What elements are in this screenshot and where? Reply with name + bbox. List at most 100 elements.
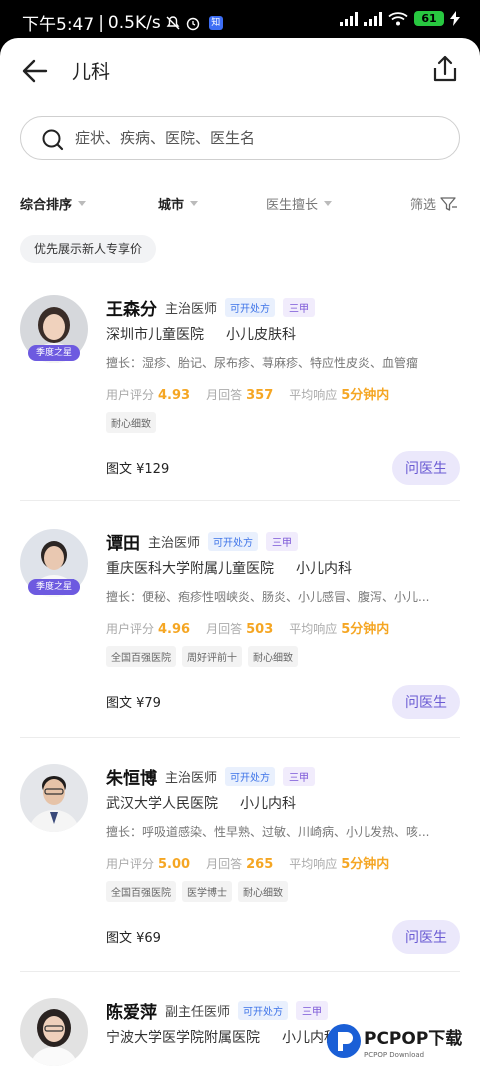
status-right: 61 [340, 11, 460, 26]
feature-label: 耐心细致 [106, 412, 156, 433]
caret-down-icon [324, 201, 333, 206]
search-bar[interactable] [20, 116, 460, 160]
page: 儿科 综合排序 城市 医生擅长 筛选 优先展示新人专享价 [0, 38, 480, 1067]
doctor-name: 朱恒博 [106, 769, 157, 789]
share-icon [433, 55, 457, 82]
price-text: 图文 ¥79 [106, 696, 161, 711]
name-row: 谭田 主治医师 可开处方 三甲 [106, 529, 299, 554]
hospital-name: 武汉大学人民医院 [106, 796, 218, 812]
star-badge: 季度之星 [28, 345, 80, 361]
ask-doctor-button[interactable]: 问医生 [392, 451, 460, 485]
divider [20, 500, 460, 501]
rating-value: 5.00 [158, 857, 191, 872]
monthly-value: 503 [246, 622, 274, 637]
signal-icon-2 [364, 11, 382, 26]
prescription-tag: 可开处方 [208, 532, 259, 551]
feature-label: 耐心细致 [248, 646, 298, 667]
stats-row: 用户评分 4.96 月回答 503 平均响应 5分钟内 [106, 618, 401, 637]
response-label: 平均响应 [289, 857, 338, 871]
price-text: 图文 ¥69 [106, 931, 161, 946]
search-icon [42, 129, 64, 151]
watermark-logo: PCPOP下载 PCPOP Download [324, 1019, 474, 1063]
monthly-label: 月回答 [206, 622, 243, 636]
specialty-text: 擅长：呼吸道感染、性早熟、过敏、川崎病、小儿发热、咳... [106, 825, 430, 839]
grade-tag: 三甲 [296, 1001, 329, 1020]
rating-value: 4.96 [158, 622, 191, 637]
star-badge: 季度之星 [28, 579, 80, 595]
arrow-left-icon [22, 59, 48, 83]
hospital-row: 武汉大学人民医院 小儿内科 [106, 793, 296, 813]
caret-down-icon [190, 201, 199, 206]
response-label: 平均响应 [289, 388, 338, 402]
wifi-icon [388, 11, 408, 25]
signal-icon [340, 11, 358, 26]
ask-doctor-button[interactable]: 问医生 [392, 685, 460, 719]
name-row: 朱恒博 主治医师 可开处方 三甲 [106, 764, 316, 789]
doctor-card[interactable]: 季度之星 王森分 主治医师 可开处方 三甲 深圳市儿童医院 小儿皮肤科 擅长：湿疹… [0, 295, 480, 495]
filter-specialty-label: 医生擅长 [266, 198, 319, 213]
filter-screen[interactable]: 筛选 [410, 194, 458, 213]
watermark-sub: PCPOP Download [364, 1051, 424, 1059]
department: 小儿内科 [296, 561, 352, 577]
alarm-icon [186, 17, 199, 30]
caret-down-icon [78, 201, 87, 206]
doctor-avatar [20, 998, 88, 1066]
stats-row: 用户评分 5.00 月回答 265 平均响应 5分钟内 [106, 853, 401, 872]
hospital-row: 宁波大学医学院附属医院 小儿内科 [106, 1027, 338, 1047]
doctor-card[interactable]: 季度之星 谭田 主治医师 可开处方 三甲 重庆医科大学附属儿童医院 小儿内科 擅长… [0, 529, 480, 729]
label-list: 耐心细致 [106, 412, 156, 433]
monthly-label: 月回答 [206, 388, 243, 402]
ask-doctor-button[interactable]: 问医生 [392, 920, 460, 954]
filter-city-label: 城市 [158, 198, 185, 213]
search-input[interactable] [75, 117, 445, 159]
doctor-name: 陈爱萍 [106, 1003, 157, 1023]
share-button[interactable] [428, 52, 462, 86]
funnel-icon [440, 196, 458, 211]
monthly-value: 265 [246, 857, 274, 872]
doctor-title: 主治医师 [165, 302, 218, 317]
divider [20, 737, 460, 738]
doctor-name: 王森分 [106, 300, 157, 320]
page-title: 儿科 [72, 61, 111, 83]
hospital-row: 深圳市儿童医院 小儿皮肤科 [106, 324, 296, 344]
mute-icon [166, 15, 180, 29]
charging-icon [450, 11, 460, 26]
label-list: 全国百强医院 医学博士 耐心细致 [106, 881, 288, 902]
feature-label: 全国百强医院 [106, 881, 176, 902]
feature-label: 周好评前十 [182, 646, 242, 667]
promo-chip[interactable]: 优先展示新人专享价 [20, 235, 157, 263]
specialty-text: 擅长：湿疹、胎记、尿布疹、荨麻疹、特应性皮炎、血管瘤 [106, 356, 419, 370]
network-speed: 0.5K/s [107, 12, 161, 33]
filter-city[interactable]: 城市 [158, 194, 199, 213]
doctor-card[interactable]: 朱恒博 主治医师 可开处方 三甲 武汉大学人民医院 小儿内科 擅长：呼吸道感染、性… [0, 764, 480, 964]
response-value: 5分钟内 [341, 388, 390, 403]
monthly-value: 357 [246, 388, 274, 403]
name-row: 陈爱萍 副主任医师 可开处方 三甲 [106, 998, 329, 1023]
doctor-avatar [20, 764, 88, 832]
status-time: 下午5:47 [22, 15, 95, 35]
response-label: 平均响应 [289, 622, 338, 636]
rating-label: 用户评分 [106, 388, 155, 402]
hospital-row: 重庆医科大学附属儿童医院 小儿内科 [106, 558, 352, 578]
department: 小儿皮肤科 [226, 327, 296, 343]
doctor-title: 主治医师 [148, 536, 201, 551]
department: 小儿内科 [240, 796, 296, 812]
header: 儿科 [0, 38, 480, 102]
price-text: 图文 ¥129 [106, 462, 170, 477]
battery-indicator: 61 [414, 11, 444, 26]
grade-tag: 三甲 [266, 532, 299, 551]
feature-label: 全国百强医院 [106, 646, 176, 667]
status-bar: 下午5:47 | 0.5K/s 知 61 [0, 0, 480, 38]
filter-bar: 综合排序 城市 医生擅长 筛选 [0, 194, 480, 218]
stats-row: 用户评分 4.93 月回答 357 平均响应 5分钟内 [106, 384, 401, 403]
grade-tag: 三甲 [283, 767, 316, 786]
back-button[interactable] [18, 54, 52, 88]
filter-sort[interactable]: 综合排序 [20, 194, 87, 213]
app-notification-icon: 知 [208, 15, 223, 30]
filter-specialty[interactable]: 医生擅长 [266, 194, 333, 213]
prescription-tag: 可开处方 [225, 298, 276, 317]
response-value: 5分钟内 [341, 857, 390, 872]
watermark-brand: PCPOP下载 [364, 1028, 462, 1049]
response-value: 5分钟内 [341, 622, 390, 637]
specialty-text: 擅长：便秘、疱疹性咽峡炎、肠炎、小儿感冒、腹泻、小儿... [106, 590, 430, 604]
